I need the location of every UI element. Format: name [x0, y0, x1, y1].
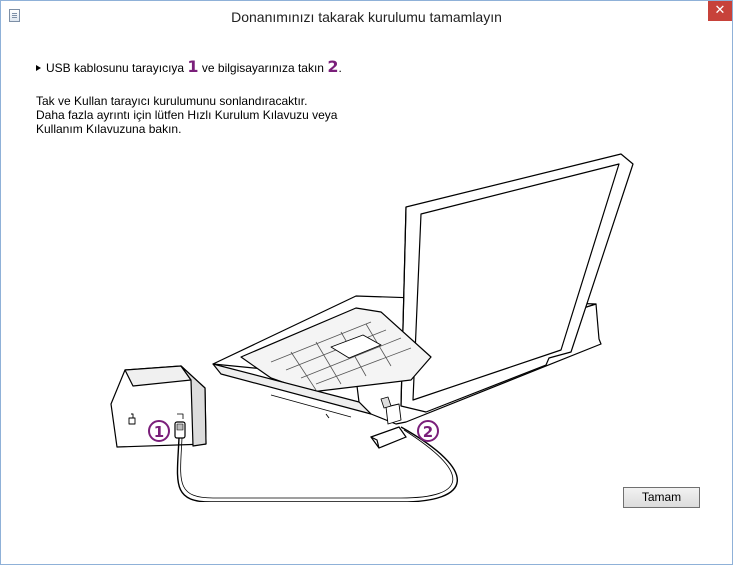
marker-1: 1: [148, 420, 170, 442]
step-number-2: 2: [327, 57, 339, 76]
instruction-text-1: USB kablosunu tarayıcıya: [46, 61, 185, 75]
setup-dialog: Donanımınızı takarak kurulumu tamamlayın…: [0, 0, 733, 565]
usb-cable: [176, 426, 458, 502]
instruction-period: .: [338, 61, 342, 75]
instruction-line: USB kablosunu tarayıcıya 1 ve bilgisayar…: [36, 57, 342, 76]
connection-illustration: 1 2: [110, 153, 634, 502]
dialog-content: USB kablosunu tarayıcıya 1 ve bilgisayar…: [1, 32, 732, 564]
description-line-2: Daha fazla ayrıntı için lütfen Hızlı Kur…: [36, 108, 338, 122]
usb-plug-laptop: [370, 426, 407, 449]
laptop-illustration: [212, 153, 634, 425]
description-line-3: Kullanım Kılavuzuna bakın.: [36, 122, 182, 136]
title-bar: Donanımınızı takarak kurulumu tamamlayın…: [1, 1, 732, 32]
marker-2-label: 2: [423, 423, 433, 441]
description-line-1: Tak ve Kullan tarayıcı kurulumunu sonlan…: [36, 94, 308, 108]
instruction-text-2: ve bilgisayarınıza takın: [201, 61, 324, 75]
marker-1-label: 1: [154, 423, 164, 441]
step-number-1: 1: [187, 57, 199, 76]
close-button[interactable]: ✕: [708, 1, 732, 21]
ok-button[interactable]: Tamam: [623, 487, 700, 508]
marker-2: 2: [417, 420, 439, 442]
arrow-bullet-icon: [36, 65, 41, 71]
description-text: Tak ve Kullan tarayıcı kurulumunu sonlan…: [36, 94, 337, 136]
window-title: Donanımınızı takarak kurulumu tamamlayın: [231, 9, 502, 25]
